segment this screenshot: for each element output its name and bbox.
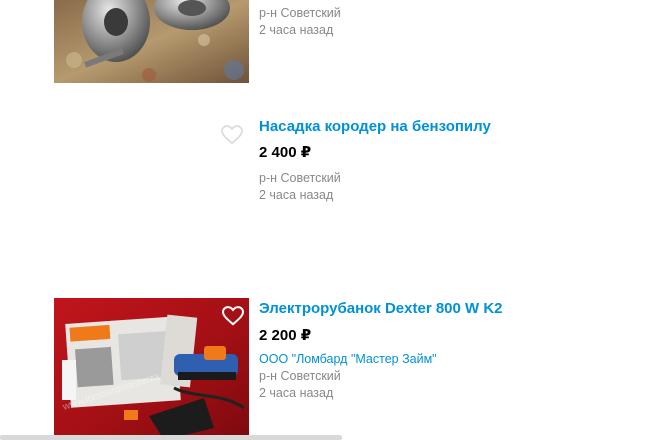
- heart-icon: [221, 306, 245, 326]
- listing-seller-link[interactable]: ООО "Ломбард "Мастер Займ": [259, 351, 503, 368]
- listing-location: р-н Советский: [259, 369, 341, 383]
- listing-photo[interactable]: [54, 0, 249, 83]
- listing-item: р-н Советский 2 часа назад: [0, 0, 660, 90]
- listing-posted-time: 2 часа назад: [259, 188, 334, 202]
- heart-icon: [221, 125, 243, 145]
- favorite-button[interactable]: [221, 306, 245, 326]
- listing-price: 2 400 ₽: [259, 144, 312, 161]
- listing-posted-time: 2 часа назад: [259, 386, 334, 400]
- listing-item: www.lombardmasterza Электрорубанок Dexte…: [0, 298, 660, 440]
- listing-location: р-н Советский: [259, 6, 341, 20]
- listing-price: 2 200 ₽: [259, 327, 312, 344]
- machine-parts-photo: [54, 0, 249, 83]
- listing-location: р-н Советский: [259, 171, 341, 185]
- listing-photo[interactable]: www.lombardmasterza: [54, 298, 249, 440]
- planer-photo: www.lombardmasterza: [54, 298, 249, 440]
- listing-title-link[interactable]: Электрорубанок Dexter 800 W K2: [259, 300, 503, 317]
- horizontal-scrollbar[interactable]: [0, 435, 342, 440]
- listing-posted-time: 2 часа назад: [259, 23, 334, 37]
- favorite-button[interactable]: [221, 125, 243, 145]
- listing-page: р-н Советский 2 часа назад Насадка кород…: [0, 0, 660, 440]
- listing-title-link[interactable]: Насадка кородер на бензопилу: [259, 118, 491, 135]
- listing-item: Насадка кородер на бензопилу 2 400 ₽ р-н…: [0, 115, 660, 275]
